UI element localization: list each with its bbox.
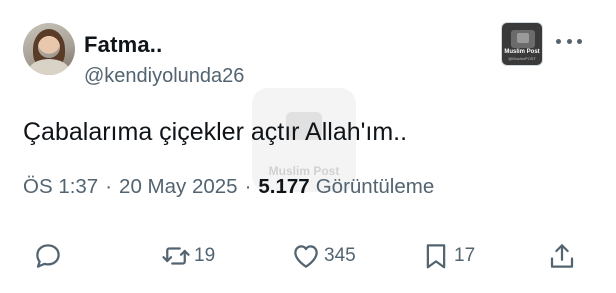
meta-separator: · [244, 175, 252, 198]
action-bar: 19 345 17 [0, 236, 616, 276]
bookmark-button[interactable]: 17 [421, 236, 475, 276]
retweet-button[interactable]: 19 [161, 236, 215, 276]
reply-button[interactable] [33, 236, 63, 276]
more-dot [566, 38, 572, 44]
display-name[interactable]: Fatma.. [84, 32, 162, 58]
retweet-icon [162, 247, 190, 265]
more-options-icon[interactable] [556, 31, 582, 51]
share-icon [550, 244, 574, 268]
avatar-body [29, 59, 69, 75]
share-button[interactable] [547, 236, 577, 276]
badge-title: Muslim Post [504, 49, 540, 55]
meta-separator: · [105, 175, 113, 198]
bookmark-count: 17 [454, 245, 476, 266]
muslim-post-badge: Muslim Post @MuslimPOST [501, 22, 543, 66]
reply-icon [36, 244, 60, 268]
more-dot [556, 38, 561, 44]
like-count: 345 [324, 245, 356, 266]
like-button[interactable]: 345 [291, 236, 356, 276]
muslim-post-logo-icon [511, 30, 535, 48]
more-dot [577, 38, 582, 44]
retweet-count: 19 [194, 245, 216, 266]
heart-icon [294, 245, 318, 268]
views-label[interactable]: Görüntüleme [316, 175, 435, 199]
views-count[interactable]: 5.177 [258, 175, 309, 199]
badge-subtitle: @MuslimPOST [508, 56, 536, 61]
tweet-text: Çabalarıma çiçekler açtır Allah'ım.. [23, 118, 408, 146]
tweet-date[interactable]: 20 May 2025 [119, 175, 238, 199]
bookmark-icon [426, 244, 446, 269]
tweet-meta: ÖS 1:37 · 20 May 2025 · 5.177 Görüntülem… [23, 175, 434, 199]
user-handle[interactable]: @kendiyolunda26 [84, 65, 244, 88]
tweet-time[interactable]: ÖS 1:37 [23, 175, 98, 199]
tweet-card: Fatma.. @kendiyolunda26 Muslim Post @Mus… [0, 0, 616, 293]
avatar[interactable] [23, 23, 75, 75]
